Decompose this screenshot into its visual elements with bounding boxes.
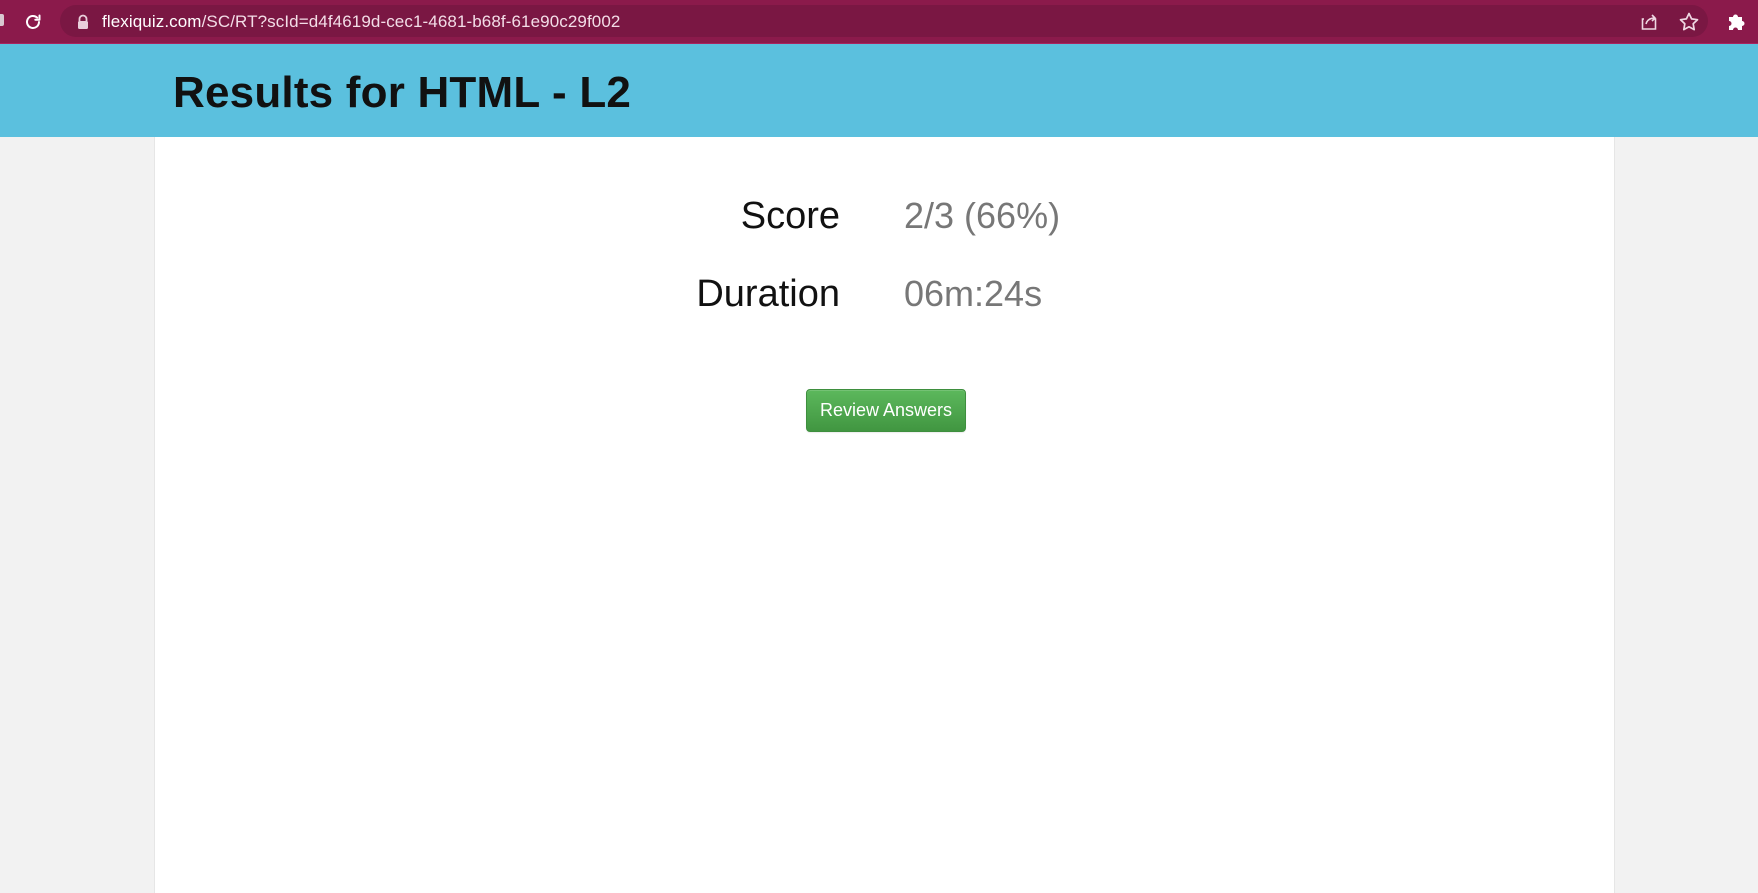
duration-label: Duration (696, 273, 840, 315)
url-text[interactable]: flexiquiz.com/SC/RT?scId=d4f4619d-cec1-4… (102, 12, 620, 32)
share-icon[interactable] (1638, 11, 1660, 33)
score-value: 2/3 (66%) (904, 195, 1061, 236)
lock-icon[interactable] (76, 14, 90, 30)
review-answers-button[interactable]: Review Answers (806, 389, 966, 432)
browser-toolbar: flexiquiz.com/SC/RT?scId=d4f4619d-cec1-4… (0, 0, 1758, 44)
results-card: Score 2/3 (66%) Duration 06m:24s Review … (154, 137, 1615, 893)
score-label: Score (740, 195, 840, 237)
extensions-puzzle-icon[interactable] (1724, 8, 1750, 34)
url-path: /SC/RT?scId=d4f4619d-cec1-4681-b68f-61e9… (201, 12, 621, 31)
address-bar[interactable]: flexiquiz.com/SC/RT?scId=d4f4619d-cec1-4… (60, 5, 1708, 37)
duration-value: 06m:24s (904, 273, 1043, 314)
duration-row: Duration 06m:24s (155, 273, 1614, 323)
tab-edge (0, 14, 4, 26)
star-icon[interactable] (1677, 10, 1701, 34)
reload-icon[interactable] (20, 9, 46, 35)
results-header: Results for HTML - L2 (0, 44, 1758, 137)
page-title: Results for HTML - L2 (173, 68, 632, 117)
url-host: flexiquiz.com (102, 12, 202, 31)
score-row: Score 2/3 (66%) (155, 195, 1614, 245)
